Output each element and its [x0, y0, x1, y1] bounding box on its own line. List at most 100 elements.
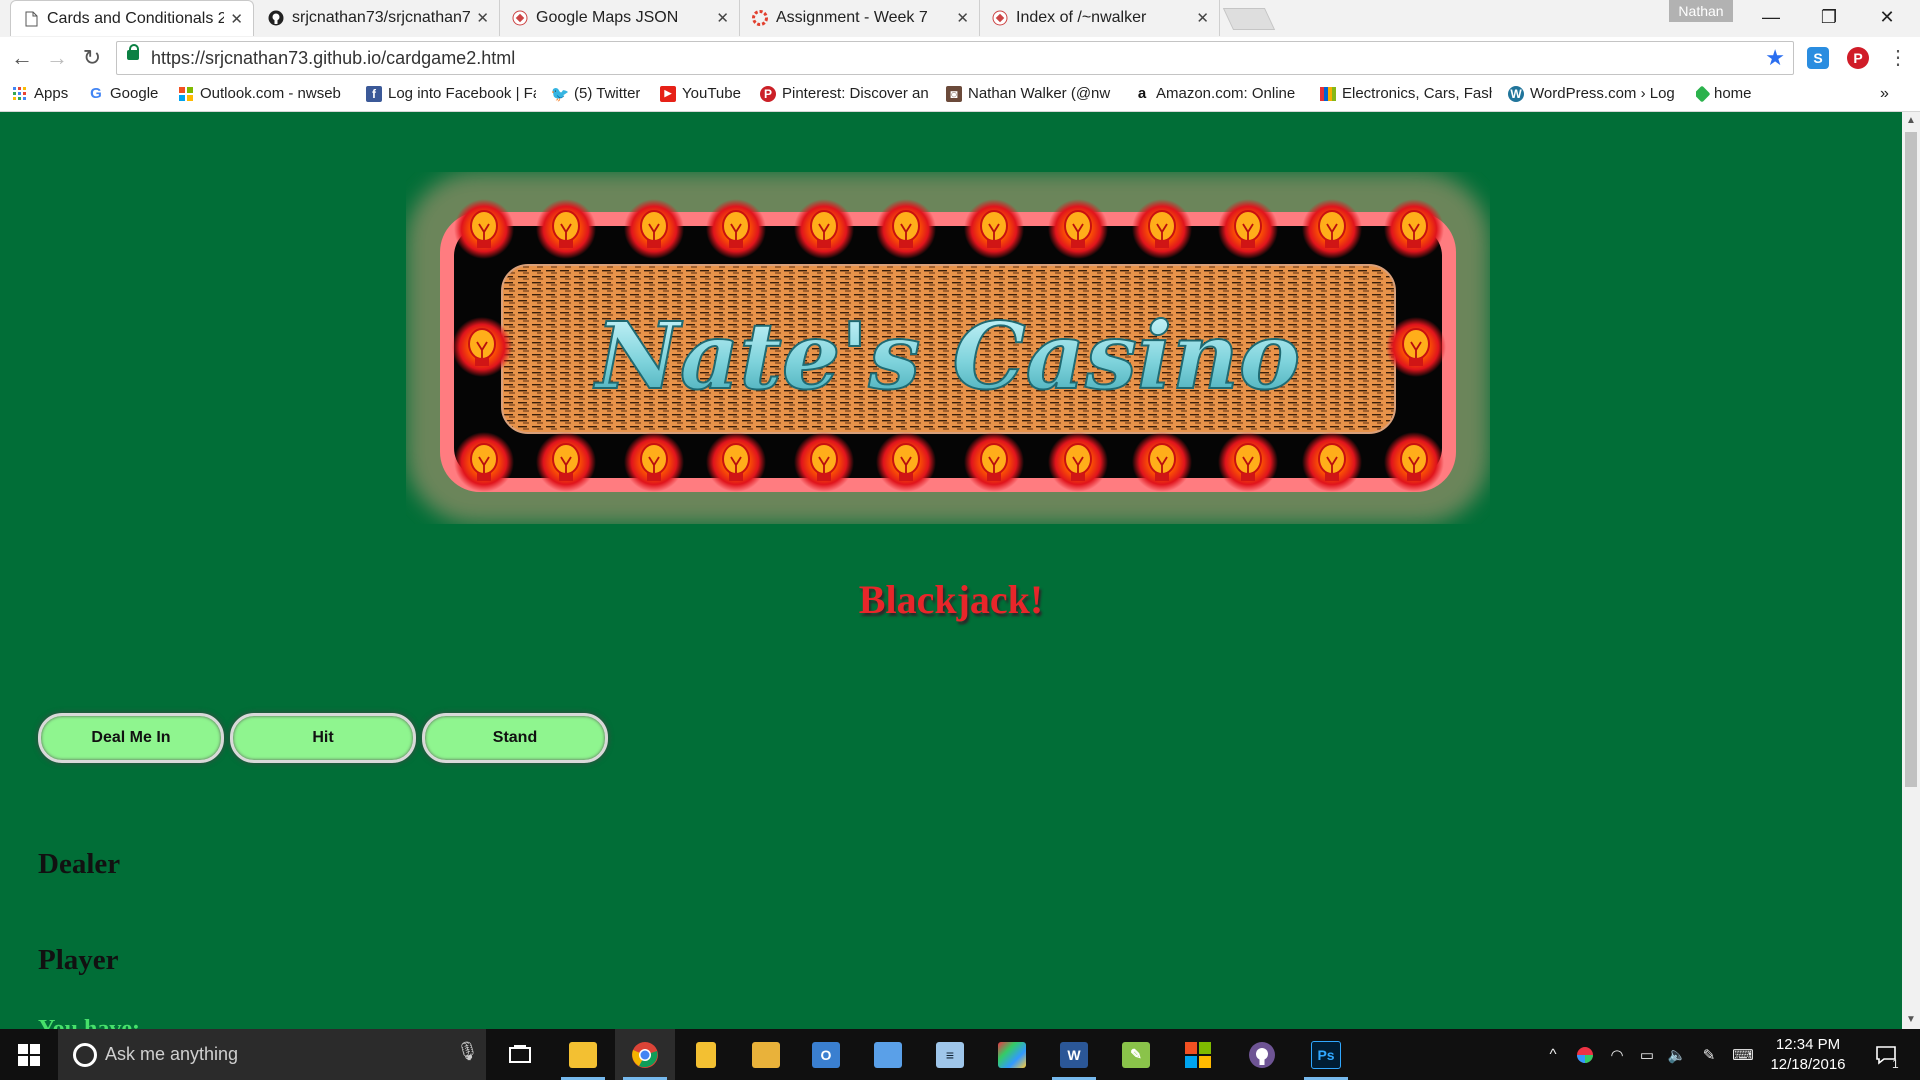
outlook-taskbar-button[interactable]: O [796, 1029, 856, 1080]
page-icon [992, 10, 1008, 26]
keyboard-icon[interactable]: ⌨ [1726, 1029, 1760, 1080]
windows-store-taskbar-button[interactable] [1168, 1029, 1228, 1080]
start-button[interactable] [0, 1029, 58, 1080]
taskbar-clock[interactable]: 12:34 PM 12/18/2016 [1760, 1035, 1856, 1075]
new-tab-button[interactable] [1222, 8, 1276, 30]
notepad-icon: ≡ [936, 1041, 964, 1068]
notepad-taskbar-button[interactable]: ≡ [920, 1029, 980, 1080]
folder-icon [752, 1041, 780, 1068]
files-icon [696, 1041, 716, 1068]
hit-button[interactable]: Hit [230, 713, 416, 763]
minimize-button[interactable]: — [1742, 0, 1800, 34]
bookmark-label: YouTube [682, 85, 741, 102]
tab-index-of-nwalker[interactable]: Index of /~nwalker ✕ [980, 0, 1220, 36]
close-icon[interactable]: ✕ [230, 10, 243, 28]
page-title: Blackjack! [858, 577, 1044, 622]
light-bulb-icon [452, 317, 512, 377]
battery-icon[interactable]: ▭ [1632, 1029, 1662, 1080]
bookmark-outlook[interactable]: Outlook.com - nwseb [178, 85, 348, 102]
scrollbar-thumb[interactable] [1905, 132, 1917, 787]
skype-extension-icon[interactable]: S [1807, 47, 1829, 69]
volume-icon[interactable]: 🔈 [1662, 1029, 1692, 1080]
deal-me-in-button[interactable]: Deal Me In [38, 713, 224, 763]
bookmark-amazon[interactable]: a Amazon.com: Online [1134, 85, 1304, 102]
feedly-icon [1696, 85, 1711, 102]
windows-logo-icon [178, 86, 194, 102]
restore-button[interactable]: ❐ [1800, 0, 1858, 34]
bookmark-pinterest[interactable]: P Pinterest: Discover an [760, 85, 930, 102]
microphone-icon[interactable]: 🎙 [456, 1041, 479, 1062]
action-center-icon[interactable]: 1 [1866, 1029, 1906, 1080]
tab-cards-and-conditionals[interactable]: Cards and Conditionals 2 ✕ [10, 0, 254, 36]
tab-google-maps-json[interactable]: Google Maps JSON ✕ [500, 0, 740, 36]
bookmark-youtube[interactable]: ▶ YouTube [660, 85, 741, 102]
close-window-button[interactable]: ✕ [1858, 0, 1916, 34]
light-bulb-icon [1048, 432, 1108, 492]
close-icon[interactable]: ✕ [716, 9, 729, 27]
pinterest-extension-icon[interactable]: P [1847, 47, 1869, 69]
scroll-up-icon[interactable]: ▲ [1906, 115, 1916, 126]
photoshop-icon: Ps [1311, 1040, 1341, 1069]
light-bulb-icon [1302, 432, 1362, 492]
chrome-taskbar-button[interactable] [615, 1029, 675, 1080]
bookmark-ebay[interactable]: Electronics, Cars, Fash [1320, 85, 1492, 102]
wifi-icon[interactable]: ◠ [1602, 1029, 1632, 1080]
photoshop-taskbar-button[interactable]: Ps [1296, 1029, 1356, 1080]
bookmark-twitter[interactable]: 🐦 (5) Twitter [552, 85, 640, 102]
paint-taskbar-button[interactable] [982, 1029, 1042, 1080]
bookmark-label: WordPress.com › Log [1530, 85, 1675, 102]
light-bulb-icon [964, 199, 1024, 259]
bookmark-google[interactable]: G Google [88, 85, 158, 102]
color-wheel-tray-icon[interactable] [1570, 1029, 1600, 1080]
url-text: https://srjcnathan73.github.io/cardgame2… [151, 48, 516, 68]
task-view-button[interactable] [490, 1029, 550, 1080]
page-icon [512, 10, 528, 26]
bookmark-facebook[interactable]: f Log into Facebook | Fa [366, 85, 536, 102]
bookmark-instagram[interactable]: ◙ Nathan Walker (@nw [946, 85, 1118, 102]
word-icon: W [1060, 1041, 1088, 1068]
show-hidden-icons-button[interactable]: ^ [1538, 1029, 1568, 1080]
laptop-taskbar-button[interactable] [858, 1029, 918, 1080]
bookmark-wordpress[interactable]: W WordPress.com › Log [1508, 85, 1678, 102]
word-taskbar-button[interactable]: W [1044, 1029, 1104, 1080]
ebay-icon [1320, 86, 1336, 102]
bookmark-label: home [1714, 85, 1752, 102]
bookmark-label: (5) Twitter [574, 85, 641, 102]
file-explorer-taskbar-button[interactable] [553, 1029, 613, 1080]
tab-title: Google Maps JSON [536, 9, 679, 26]
tab-title: Index of /~nwalker [1016, 9, 1147, 26]
light-bulb-icon [1048, 199, 1108, 259]
close-icon[interactable]: ✕ [1196, 9, 1209, 27]
back-button[interactable]: ← [10, 46, 34, 70]
bookmark-home[interactable]: home [1696, 85, 1752, 102]
reload-button[interactable]: ↻ [80, 46, 104, 70]
bookmark-star-icon[interactable]: ★ [1765, 45, 1785, 71]
close-icon[interactable]: ✕ [476, 9, 489, 27]
files-taskbar-button[interactable] [676, 1029, 736, 1080]
pen-icon[interactable]: ✎ [1694, 1029, 1724, 1080]
address-bar[interactable]: https://srjcnathan73.github.io/cardgame2… [116, 41, 1794, 75]
light-bulb-icon [1132, 199, 1192, 259]
casino-logo: Nate's Casino [406, 172, 1490, 524]
bookmark-label: Electronics, Cars, Fash [1342, 85, 1492, 102]
stand-button[interactable]: Stand [422, 713, 608, 763]
forward-button[interactable]: → [45, 46, 69, 70]
light-bulb-icon [964, 432, 1024, 492]
document-icon [23, 11, 39, 27]
bookmarks-overflow-button[interactable]: » [1880, 85, 1889, 103]
search-placeholder: Ask me anything [105, 1044, 239, 1064]
chrome-menu-button[interactable]: ⋮ [1886, 46, 1910, 70]
folder-taskbar-button[interactable] [736, 1029, 796, 1080]
scroll-down-icon[interactable]: ▼ [1906, 1014, 1916, 1025]
notepad-plus-taskbar-button[interactable]: ✎ [1106, 1029, 1166, 1080]
profile-button[interactable]: Nathan [1669, 0, 1733, 22]
github-desktop-taskbar-button[interactable] [1232, 1029, 1292, 1080]
tab-github[interactable]: srjcnathan73/srjcnathan7 ✕ [256, 0, 500, 36]
windows-taskbar: Ask me anything 🎙 O ≡ W ✎ Ps ^ ◠ ▭ 🔈 ✎ ⌨… [0, 1029, 1920, 1080]
page-scrollbar[interactable]: ▲ ▼ [1902, 112, 1920, 1029]
cortana-search-box[interactable]: Ask me anything 🎙 [58, 1029, 486, 1080]
tab-assignment-week-7[interactable]: Assignment - Week 7 ✕ [740, 0, 980, 36]
light-bulb-icon [1384, 199, 1444, 259]
bookmark-apps[interactable]: Apps [12, 85, 68, 102]
close-icon[interactable]: ✕ [956, 9, 969, 27]
